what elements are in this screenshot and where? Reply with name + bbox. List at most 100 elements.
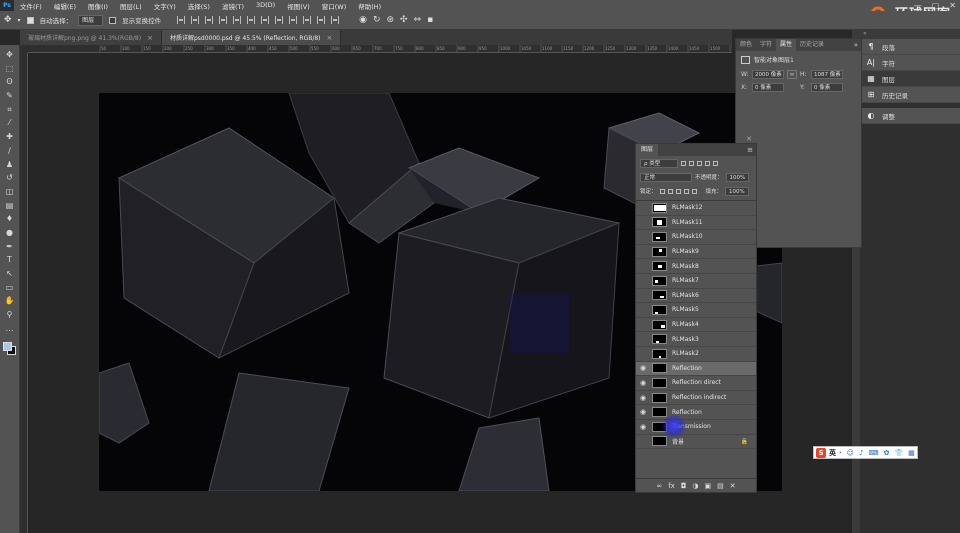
layer-row[interactable]: ◉ Reflection indirect [636,391,756,406]
ime-logo-icon[interactable]: S [816,447,826,458]
vertical-ruler[interactable] [20,53,28,533]
layer-row[interactable]: RLMask3 [636,332,756,347]
eyedropper-icon[interactable]: ⁄ [2,117,18,129]
menu-item-0[interactable]: 文件(F) [20,1,42,11]
distribute-right-button[interactable] [331,16,340,24]
fill-input[interactable]: 100% [725,186,749,196]
lock-icon[interactable]: 🔒 [741,438,748,445]
eye-icon[interactable]: ◉ [636,423,650,431]
blur-icon[interactable]: ♦ [2,213,18,225]
filter-kind-dropdown[interactable]: ρ 类型 [640,158,678,168]
delete-layer-icon[interactable]: ✕ [730,482,736,490]
align-hcenter-button[interactable] [233,16,242,24]
layer-row[interactable]: RLMask4 [636,318,756,333]
3d-roll-icon[interactable]: ⊛ [386,15,394,25]
filter-shape-icon[interactable] [705,160,710,166]
menu-item-3[interactable]: 图层(L) [120,1,142,11]
y-input[interactable]: 0 像素 [811,83,843,92]
distribute-hcenter-button[interactable] [317,16,326,24]
eraser-icon[interactable]: ◫ [2,186,18,198]
move-icon[interactable]: ✥ [2,49,18,61]
layer-row[interactable]: ◉ Reflection direct [636,376,756,391]
menu-item-9[interactable]: 窗口(W) [322,1,347,11]
menu-item-5[interactable]: 选择(S) [188,1,210,11]
tab-0[interactable]: 颜色 [736,39,756,51]
menu-item-1[interactable]: 编辑(E) [54,1,76,11]
eye-icon[interactable]: ◉ [636,364,650,372]
layer-row[interactable]: ◉ Reflection [636,361,756,377]
eye-icon[interactable]: ◉ [636,408,650,416]
hand-icon[interactable]: ✋ [2,295,18,307]
tab-1[interactable]: 字符 [756,39,776,51]
link-icon[interactable]: ∞ [787,70,797,79]
opacity-input[interactable]: 100% [725,172,750,182]
distribute-left-button[interactable] [303,16,312,24]
add-mask-icon[interactable]: ◘ [681,482,687,490]
lock-transparent-icon[interactable] [659,188,665,194]
stamp-icon[interactable]: ♟ [2,159,18,171]
layer-row[interactable]: ◉ Reflection [636,405,756,420]
ime-punct-icon[interactable]: · [839,449,842,457]
lock-position-icon[interactable] [675,188,681,194]
brush-icon[interactable]: ∕ [2,145,18,157]
menu-item-10[interactable]: 帮助(H) [358,1,381,11]
align-bottom-button[interactable] [205,16,214,24]
quick-select-icon[interactable]: ✎ [2,90,18,102]
close-icon[interactable]: ✕ [746,135,752,143]
dock-item-0[interactable]: ¶ 段落 [860,39,960,55]
collapse-chevron-icon[interactable]: « [863,30,867,37]
path-select-icon[interactable]: ↖ [2,268,18,280]
fx-icon[interactable]: fx [668,482,675,490]
close-icon[interactable]: × [147,34,153,42]
menu-item-7[interactable]: 3D(D) [256,1,275,11]
zoom-icon[interactable]: ⚲ [2,309,18,321]
layer-row[interactable]: ◉ Transmission [636,420,756,435]
marquee-icon[interactable]: ⬚ [2,63,18,75]
new-layer-icon[interactable]: ▤ [717,482,724,490]
crop-icon[interactable]: ⌗ [2,104,18,116]
foreground-color-swatch[interactable] [3,342,12,351]
ime-language-toggle[interactable]: 英 [829,448,836,458]
dodge-icon[interactable]: ● [2,227,18,239]
filter-smart-icon[interactable] [713,160,718,166]
auto-select-checkbox[interactable] [26,16,34,24]
gradient-icon[interactable]: ▤ [2,200,18,212]
blend-mode-dropdown[interactable]: 正常 [640,172,692,182]
menu-item-6[interactable]: 滤镜(T) [222,1,244,11]
lock-artboard-icon[interactable] [683,188,689,194]
history-brush-icon[interactable]: ↺ [2,172,18,184]
dock-item-1[interactable]: A| 字符 [860,55,960,71]
distribute-vcenter-button[interactable] [275,16,284,24]
distribute-bottom-button[interactable] [289,16,298,24]
layer-row[interactable]: RLMask9 [636,245,756,260]
close-icon[interactable]: × [327,34,333,42]
dock-item-3[interactable]: ⊞ 历史记录 [860,87,960,103]
layer-row[interactable]: RLMask10 [636,230,756,245]
layer-row[interactable]: RLMask2 [636,347,756,362]
move-tool-icon[interactable]: ✥ [4,15,12,25]
adjustment-layer-icon[interactable]: ◑ [692,482,698,490]
pen-icon[interactable]: ✒ [2,241,18,253]
layer-row[interactable]: RLMask7 [636,274,756,289]
height-input[interactable]: 1087 像素 [811,70,843,79]
menu-item-8[interactable]: 视图(V) [287,1,310,11]
align-top-button[interactable] [177,16,186,24]
ime-voice-icon[interactable]: ♪ [859,449,863,457]
lock-image-icon[interactable] [667,188,673,194]
tab-3[interactable]: 历史记录 [796,39,828,51]
filter-pixel-icon[interactable] [681,160,686,166]
layer-row[interactable]: RLMask6 [636,289,756,304]
more-icon[interactable]: … [2,323,18,335]
document-tab[interactable]: 材质详解psd0000.psd @ 45.5% (Reflection, RGB… [161,30,342,45]
menu-item-2[interactable]: 图像(I) [88,1,108,11]
healing-icon[interactable]: ✚ [2,131,18,143]
ime-emoji-icon[interactable]: ☺ [847,449,854,457]
document-tab[interactable]: 玻璃材质详解png.png @ 41.3%(RGB/8) × [20,30,162,45]
shape-icon[interactable]: ▭ [2,282,18,294]
layer-row[interactable]: RLMask11 [636,216,756,231]
auto-select-target-dropdown[interactable]: 图层 [78,14,104,26]
layer-row[interactable]: RLMask5 [636,303,756,318]
eye-icon[interactable]: ◉ [636,394,650,402]
dock-item-2[interactable]: ▦ 图层 [860,71,960,87]
layer-row[interactable]: RLMask8 [636,259,756,274]
